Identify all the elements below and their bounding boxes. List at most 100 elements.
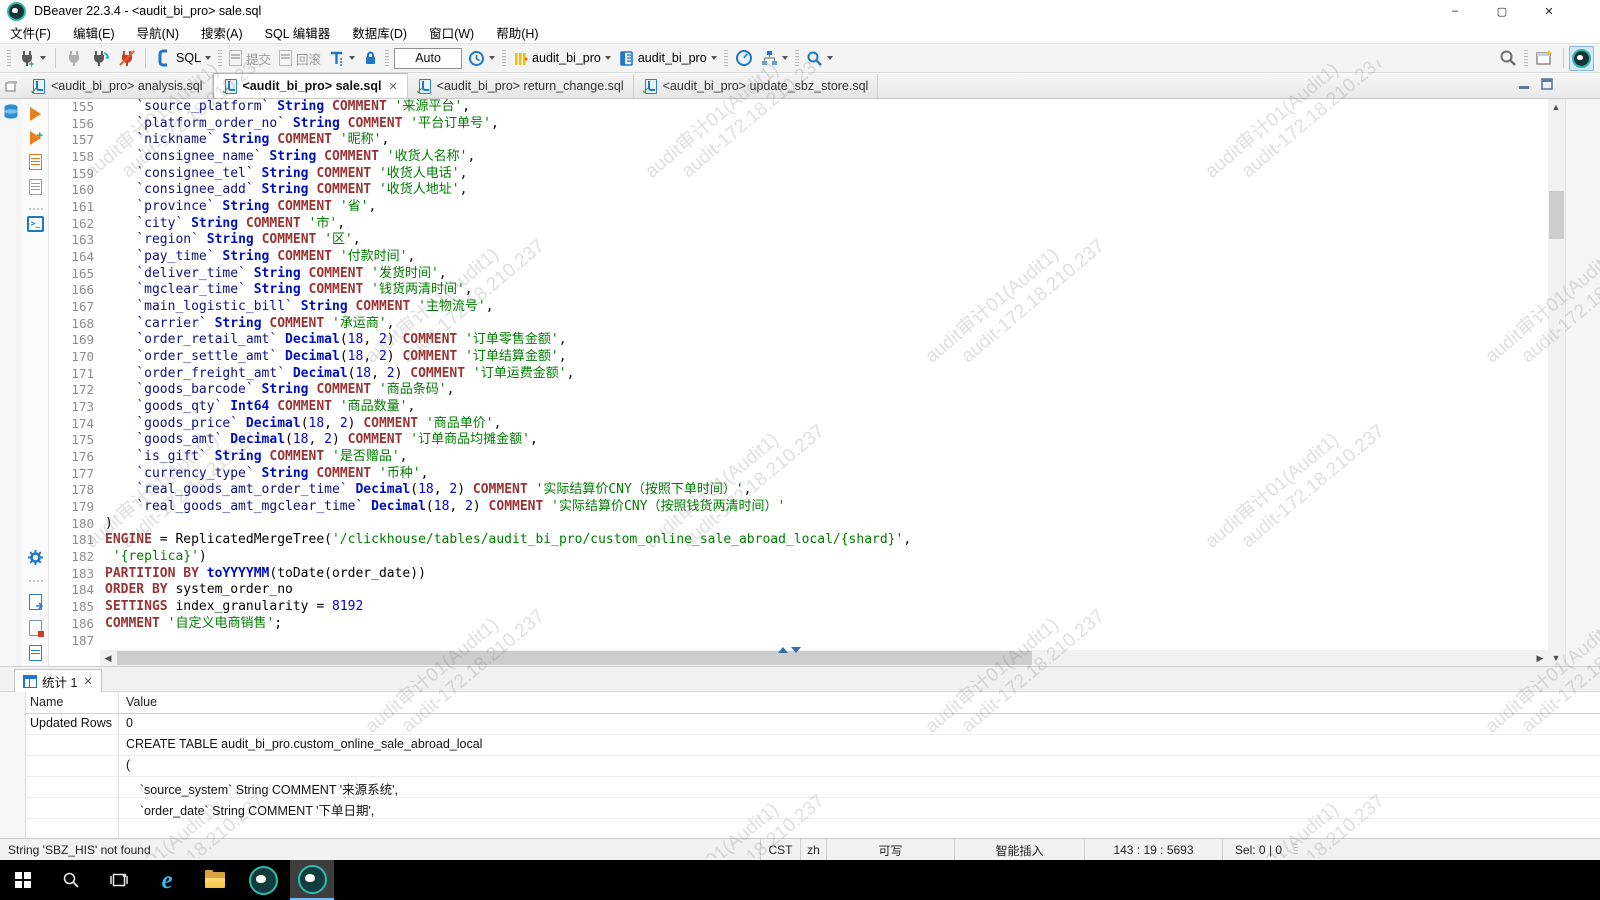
code-line-174[interactable]: 174 `goods_price` Decimal(18, 2) COMMENT… xyxy=(48,416,1548,433)
internet-explorer-button[interactable]: e xyxy=(144,860,190,900)
code-line-170[interactable]: 170 `order_settle_amt` Decimal(18, 2) CO… xyxy=(48,349,1548,366)
code-line-177[interactable]: 177 `currency_type` String COMMENT '币种', xyxy=(48,466,1548,483)
open-perspective-button[interactable] xyxy=(1532,47,1557,69)
code-line-162[interactable]: 162 `city` String COMMENT '市', xyxy=(48,216,1548,233)
code-line-172[interactable]: 172 `goods_barcode` String COMMENT '商品条码… xyxy=(48,382,1548,399)
dbeaver-taskbar-button[interactable] xyxy=(240,860,286,900)
file-explorer-button[interactable] xyxy=(192,860,238,900)
reconnect-button[interactable] xyxy=(88,47,113,69)
code-line-168[interactable]: 168 `carrier` String COMMENT '承运商', xyxy=(48,316,1548,333)
execution-plan-button[interactable] xyxy=(758,48,791,69)
scroll-left-arrow[interactable]: ◀ xyxy=(100,650,116,666)
code-line-183[interactable]: 183PARTITION BY toYYYYMM(toDate(order_da… xyxy=(48,566,1548,583)
editor-tab-2[interactable]: ✓<audit_bi_pro> return_change.sql xyxy=(408,74,634,98)
code-line-164[interactable]: 164 `pay_time` String COMMENT '付款时间', xyxy=(48,249,1548,266)
status-cell-0[interactable]: CST xyxy=(760,839,800,861)
editor-list-icon[interactable] xyxy=(0,74,22,98)
grid-row-0[interactable]: Updated Rows0 xyxy=(25,713,1600,735)
status-cell-1[interactable]: zh xyxy=(800,839,826,861)
search-caret[interactable] xyxy=(827,56,833,60)
transaction-log-caret[interactable] xyxy=(489,56,495,60)
code-line-176[interactable]: 176 `is_gift` String COMMENT '是否赠品', xyxy=(48,449,1548,466)
code-line-173[interactable]: 173 `goods_qty` Int64 COMMENT '商品数量', xyxy=(48,399,1548,416)
minimize-view-icon[interactable] xyxy=(1518,78,1531,90)
quick-search-button[interactable] xyxy=(1496,47,1520,69)
code-line-175[interactable]: 175 `goods_amt` Decimal(18, 2) COMMENT '… xyxy=(48,432,1548,449)
schema-caret[interactable] xyxy=(711,56,717,60)
schema-selector[interactable]: audit_bi_pro xyxy=(616,48,720,69)
maximize-button[interactable]: ▢ xyxy=(1479,0,1525,22)
plan-caret[interactable] xyxy=(782,56,788,60)
close-button[interactable]: ✕ xyxy=(1526,0,1572,22)
execute-new-tab-button[interactable]: + xyxy=(27,129,44,146)
new-connection-caret[interactable] xyxy=(40,56,46,60)
code-line-167[interactable]: 167 `main_logistic_bill` String COMMENT … xyxy=(48,299,1548,316)
code-line-180[interactable]: 180) xyxy=(48,516,1548,533)
transaction-log-button[interactable] xyxy=(465,48,498,69)
code-line-161[interactable]: 161 `province` String COMMENT '省', xyxy=(48,199,1548,216)
transaction-caret[interactable] xyxy=(349,56,355,60)
code-line-156[interactable]: 156 `platform_order_no` String COMMENT '… xyxy=(48,116,1548,133)
grid-row-1[interactable]: CREATE TABLE audit_bi_pro.custom_online_… xyxy=(25,734,1600,756)
commit-button[interactable]: 提交 xyxy=(226,47,274,70)
code-line-178[interactable]: 178 `real_goods_amt_order_time` Decimal(… xyxy=(48,482,1548,499)
vertical-scrollbar[interactable]: ▲ ▼ xyxy=(1548,99,1565,666)
grid-row-2[interactable]: ( xyxy=(25,755,1600,777)
menu-item-4[interactable]: SQL 编辑器 xyxy=(265,23,331,42)
explain-plan-button[interactable] xyxy=(27,178,44,195)
scroll-down-arrow[interactable]: ▼ xyxy=(1548,650,1564,666)
database-navigator-icon[interactable] xyxy=(2,103,20,121)
menu-item-1[interactable]: 编辑(E) xyxy=(73,23,115,42)
editor-tab-0[interactable]: ✓<audit_bi_pro> analysis.sql xyxy=(22,74,213,98)
dashboard-button[interactable] xyxy=(732,47,756,69)
code-line-181[interactable]: 181ENGINE = ReplicatedMergeTree('/clickh… xyxy=(48,532,1548,549)
maximize-view-icon[interactable] xyxy=(1541,78,1554,90)
sql-code-area[interactable]: 155 `source_platform` String COMMENT '来源… xyxy=(48,99,1548,650)
sash-arrows[interactable] xyxy=(778,647,801,653)
scroll-right-arrow[interactable]: ▶ xyxy=(1532,650,1548,666)
statistics-tab[interactable]: 统计 1 ✕ xyxy=(14,669,102,692)
code-line-166[interactable]: 166 `mgclear_time` String COMMENT '钱货两清时… xyxy=(48,282,1548,299)
grid-header-name[interactable]: Name xyxy=(30,695,63,709)
status-cell-3[interactable]: 智能插入 xyxy=(954,839,1084,861)
code-line-179[interactable]: 179 `real_goods_amt_mgclear_time` Decima… xyxy=(48,499,1548,516)
menu-item-6[interactable]: 窗口(W) xyxy=(429,23,474,42)
code-line-159[interactable]: 159 `consignee_tel` String COMMENT '收货人电… xyxy=(48,166,1548,183)
grid-header-value[interactable]: Value xyxy=(126,695,157,709)
code-line-182[interactable]: 182 '{replica}') xyxy=(48,549,1548,566)
sql-caret[interactable] xyxy=(205,56,211,60)
output-log-button[interactable] xyxy=(27,619,44,636)
code-line-165[interactable]: 165 `deliver_time` String COMMENT '发货时间'… xyxy=(48,266,1548,283)
horizontal-scroll-thumb[interactable] xyxy=(117,651,1032,665)
menu-item-3[interactable]: 搜索(A) xyxy=(201,23,243,42)
start-button[interactable] xyxy=(0,860,46,900)
vertical-scroll-thumb[interactable] xyxy=(1549,191,1564,239)
horizontal-scrollbar[interactable]: ◀ ▶ xyxy=(100,650,1548,666)
tab-close-icon[interactable]: ✕ xyxy=(388,80,397,93)
rollback-button[interactable]: 回滚 xyxy=(276,47,324,70)
grid-row-3[interactable]: `source_system` String COMMENT '来源系统', xyxy=(25,776,1600,798)
result-grid-button[interactable] xyxy=(27,644,44,661)
statistics-tab-close-icon[interactable]: ✕ xyxy=(83,675,92,688)
code-line-186[interactable]: 186COMMENT '自定义电商销售'; xyxy=(48,616,1548,633)
disconnect-button[interactable] xyxy=(115,47,139,69)
taskbar-search-button[interactable] xyxy=(48,860,94,900)
sql-editor-button[interactable]: SQL xyxy=(152,47,214,69)
export-result-button[interactable] xyxy=(27,593,44,610)
dbeaver-taskbar-button-active[interactable] xyxy=(290,860,334,900)
search-button[interactable] xyxy=(803,48,836,69)
editor-tab-1[interactable]: ✓<audit_bi_pro> sale.sql✕ xyxy=(213,73,408,98)
menu-item-2[interactable]: 导航(N) xyxy=(137,23,179,42)
settings-gear-button[interactable] xyxy=(27,549,44,566)
status-cell-2[interactable]: 可写 xyxy=(826,839,954,861)
connection-selector[interactable]: audit_bi_pro xyxy=(510,48,614,69)
dbeaver-perspective-button[interactable] xyxy=(1569,46,1594,71)
lock-button[interactable] xyxy=(360,48,381,68)
code-line-158[interactable]: 158 `consignee_name` String COMMENT '收货人… xyxy=(48,149,1548,166)
connect-button[interactable] xyxy=(62,47,86,69)
commit-mode-combo[interactable]: Auto xyxy=(394,48,462,69)
transaction-mode-button[interactable] xyxy=(326,48,358,69)
task-view-button[interactable] xyxy=(96,860,142,900)
code-line-157[interactable]: 157 `nickname` String COMMENT '昵称', xyxy=(48,132,1548,149)
status-cell-5[interactable]: Sel: 0 | 0 xyxy=(1222,839,1294,861)
